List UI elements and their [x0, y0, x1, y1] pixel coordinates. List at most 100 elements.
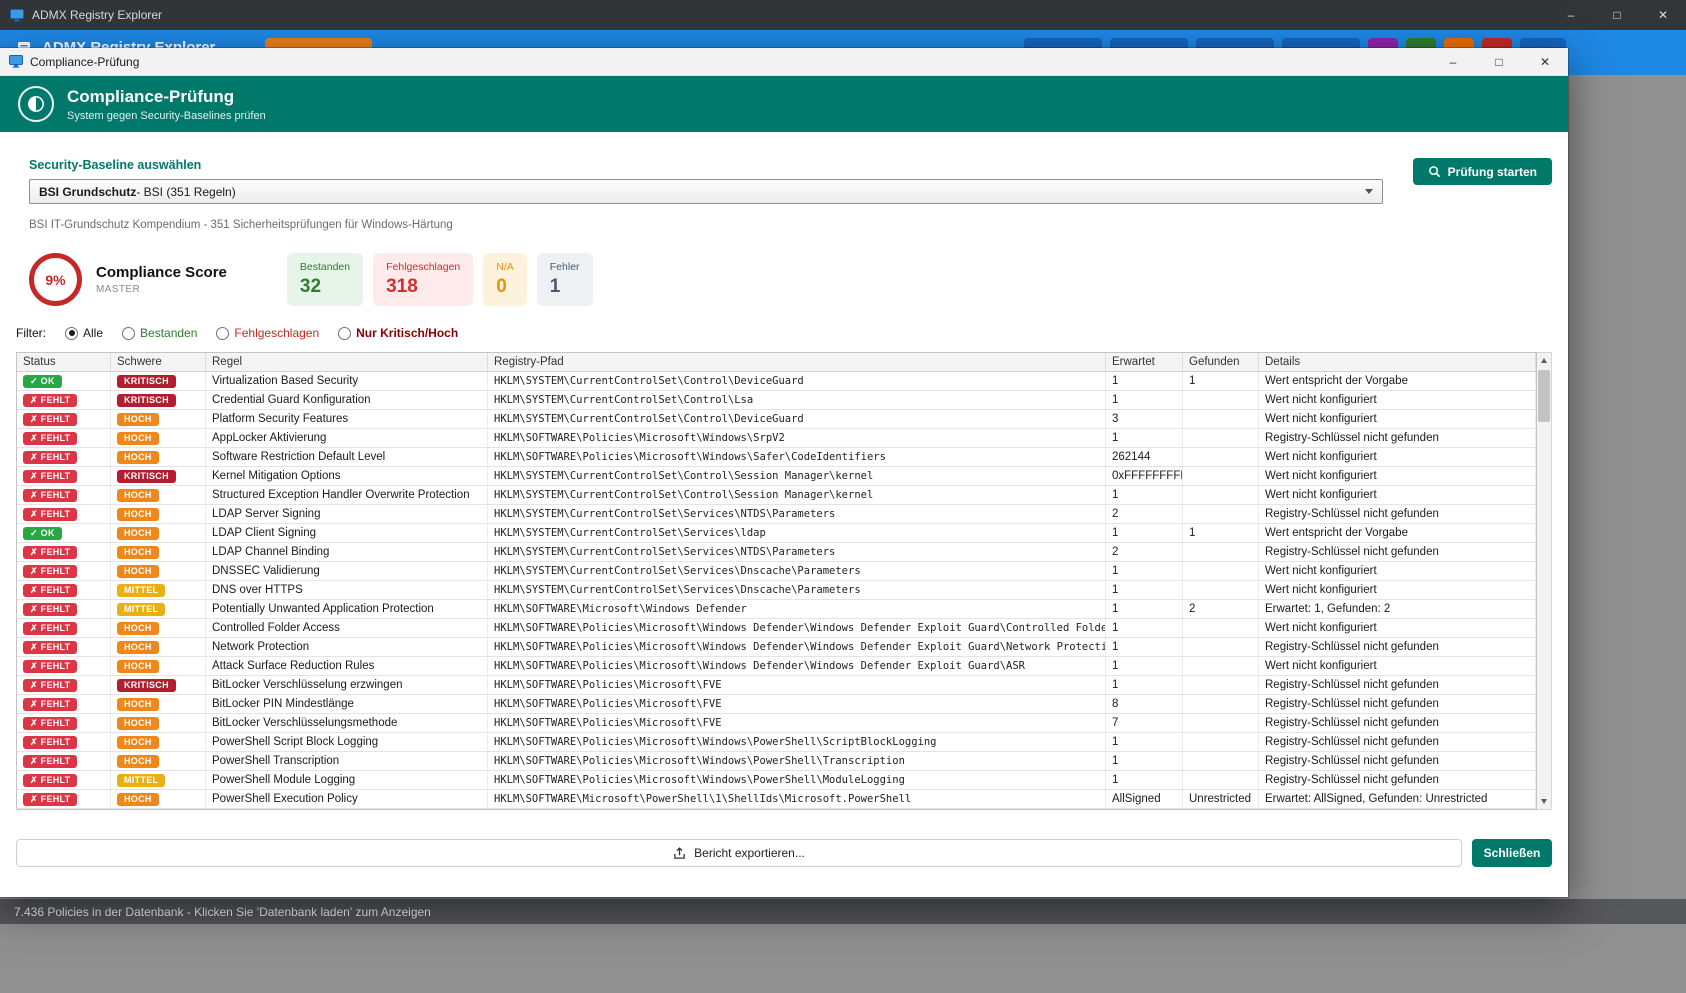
- severity-badge: HOCH: [117, 698, 159, 711]
- column-header-schwere[interactable]: Schwere: [111, 353, 206, 371]
- table-row[interactable]: ✗ FEHLTHOCHLDAP Channel BindingHKLM\SYST…: [17, 543, 1536, 562]
- stat-card-na: N/A0: [483, 253, 527, 306]
- radio-icon: [65, 327, 78, 340]
- status-cell: ✗ FEHLT: [17, 752, 111, 770]
- table-row[interactable]: ✗ FEHLTHOCHAppLocker AktivierungHKLM\SOF…: [17, 429, 1536, 448]
- stat-card-fehlgeschlagen: Fehlgeschlagen318: [373, 253, 473, 306]
- status-badge: ✗ FEHLT: [23, 432, 77, 445]
- table-row[interactable]: ✗ FEHLTHOCHLDAP Server SigningHKLM\SYSTE…: [17, 505, 1536, 524]
- dialog-header-subtitle: System gegen Security-Baselines prüfen: [67, 110, 266, 122]
- table-row[interactable]: ✗ FEHLTHOCHPowerShell Script Block Loggi…: [17, 733, 1536, 752]
- baseline-dropdown[interactable]: BSI Grundschutz - BSI (351 Regeln): [29, 179, 1383, 204]
- results-table: Status Schwere Regel Registry-Pfad Erwar…: [16, 352, 1552, 810]
- stat-value-fehler: 1: [550, 276, 580, 298]
- rule-cell: PowerShell Execution Policy: [206, 790, 488, 808]
- filter-option-kritisch-hoch[interactable]: Nur Kritisch/Hoch: [338, 326, 458, 340]
- severity-cell: HOCH: [111, 790, 206, 808]
- table-row[interactable]: ✗ FEHLTHOCHPowerShell TranscriptionHKLM\…: [17, 752, 1536, 771]
- radio-icon: [216, 327, 229, 340]
- found-cell: [1183, 771, 1259, 789]
- severity-cell: HOCH: [111, 429, 206, 447]
- dialog-minimize-button[interactable]: –: [1430, 48, 1476, 75]
- status-cell: ✗ FEHLT: [17, 429, 111, 447]
- close-dialog-footer-button[interactable]: Schließen: [1472, 839, 1552, 867]
- filter-option-label-kritisch-hoch: Nur Kritisch/Hoch: [356, 326, 458, 340]
- dialog-titlebar[interactable]: Compliance-Prüfung – □ ✕: [0, 48, 1568, 76]
- status-badge: ✗ FEHLT: [23, 546, 77, 559]
- table-row[interactable]: ✓ OKKRITISCHVirtualization Based Securit…: [17, 372, 1536, 391]
- column-header-erwartet[interactable]: Erwartet: [1106, 353, 1183, 371]
- scroll-up-button[interactable]: [1537, 353, 1551, 368]
- registry-path-cell: HKLM\SOFTWARE\Policies\Microsoft\Windows…: [488, 733, 1106, 751]
- table-row[interactable]: ✗ FEHLTHOCHStructured Exception Handler …: [17, 486, 1536, 505]
- severity-badge: MITTEL: [117, 603, 165, 616]
- status-badge: ✗ FEHLT: [23, 679, 77, 692]
- table-row[interactable]: ✗ FEHLTHOCHBitLocker PIN MindestlängeHKL…: [17, 695, 1536, 714]
- start-scan-button[interactable]: Prüfung starten: [1413, 158, 1552, 185]
- table-row[interactable]: ✗ FEHLTMITTELDNS over HTTPSHKLM\SYSTEM\C…: [17, 581, 1536, 600]
- table-row[interactable]: ✗ FEHLTHOCHBitLocker Verschlüsselungsmet…: [17, 714, 1536, 733]
- export-report-button[interactable]: Bericht exportieren...: [16, 839, 1462, 867]
- table-row[interactable]: ✓ OKHOCHLDAP Client SigningHKLM\SYSTEM\C…: [17, 524, 1536, 543]
- minimize-button[interactable]: –: [1548, 0, 1594, 30]
- severity-cell: MITTEL: [111, 771, 206, 789]
- severity-badge: HOCH: [117, 489, 159, 502]
- table-row[interactable]: ✗ FEHLTHOCHPowerShell Execution PolicyHK…: [17, 790, 1536, 809]
- registry-path-cell: HKLM\SOFTWARE\Policies\Microsoft\FVE: [488, 714, 1106, 732]
- table-row[interactable]: ✗ FEHLTHOCHPlatform Security FeaturesHKL…: [17, 410, 1536, 429]
- severity-cell: MITTEL: [111, 581, 206, 599]
- stat-value-bestanden: 32: [300, 276, 350, 298]
- table-row[interactable]: ✗ FEHLTMITTELPotentially Unwanted Applic…: [17, 600, 1536, 619]
- rule-cell: PowerShell Module Logging: [206, 771, 488, 789]
- table-row[interactable]: ✗ FEHLTHOCHNetwork ProtectionHKLM\SOFTWA…: [17, 638, 1536, 657]
- filter-option-alle[interactable]: Alle: [65, 326, 103, 340]
- column-header-regel[interactable]: Regel: [206, 353, 488, 371]
- table-row[interactable]: ✗ FEHLTHOCHAttack Surface Reduction Rule…: [17, 657, 1536, 676]
- dialog-header: Compliance-Prüfung System gegen Security…: [0, 76, 1568, 132]
- details-cell: Registry-Schlüssel nicht gefunden: [1259, 771, 1536, 789]
- severity-badge: KRITISCH: [117, 679, 176, 692]
- scroll-down-button[interactable]: [1537, 794, 1551, 809]
- column-header-registry-pfad[interactable]: Registry-Pfad: [488, 353, 1106, 371]
- filter-option-bestanden[interactable]: Bestanden: [122, 326, 197, 340]
- maximize-button[interactable]: □: [1594, 0, 1640, 30]
- registry-path-cell: HKLM\SYSTEM\CurrentControlSet\Services\N…: [488, 505, 1106, 523]
- registry-path-cell: HKLM\SYSTEM\CurrentControlSet\Control\De…: [488, 410, 1106, 428]
- table-row[interactable]: ✗ FEHLTKRITISCHCredential Guard Konfigur…: [17, 391, 1536, 410]
- table-row[interactable]: ✗ FEHLTMITTELPowerShell Module LoggingHK…: [17, 771, 1536, 790]
- status-badge: ✗ FEHLT: [23, 717, 77, 730]
- found-cell: 1: [1183, 524, 1259, 542]
- column-header-status[interactable]: Status: [17, 353, 111, 371]
- filter-option-fehlgeschlagen[interactable]: Fehlgeschlagen: [216, 326, 319, 340]
- close-button[interactable]: ✕: [1640, 0, 1686, 30]
- table-row[interactable]: ✗ FEHLTHOCHControlled Folder AccessHKLM\…: [17, 619, 1536, 638]
- status-cell: ✗ FEHLT: [17, 657, 111, 675]
- dialog-header-title: Compliance-Prüfung: [67, 87, 266, 107]
- dialog-close-button[interactable]: ✕: [1522, 48, 1568, 75]
- table-row[interactable]: ✗ FEHLTKRITISCHBitLocker Verschlüsselung…: [17, 676, 1536, 695]
- triangle-down-icon: [1541, 799, 1547, 804]
- table-row[interactable]: ✗ FEHLTHOCHDNSSEC ValidierungHKLM\SYSTEM…: [17, 562, 1536, 581]
- bg-window-titlebar[interactable]: ADMX Registry Explorer – □ ✕: [0, 0, 1686, 30]
- severity-cell: HOCH: [111, 695, 206, 713]
- scroll-thumb[interactable]: [1538, 370, 1550, 422]
- column-header-gefunden[interactable]: Gefunden: [1183, 353, 1259, 371]
- table-scrollbar[interactable]: [1537, 352, 1552, 810]
- table-row[interactable]: ✗ FEHLTHOCHSoftware Restriction Default …: [17, 448, 1536, 467]
- dialog-maximize-button[interactable]: □: [1476, 48, 1522, 75]
- status-badge: ✗ FEHLT: [23, 622, 77, 635]
- registry-path-cell: HKLM\SYSTEM\CurrentControlSet\Services\D…: [488, 562, 1106, 580]
- status-cell: ✗ FEHLT: [17, 581, 111, 599]
- severity-badge: HOCH: [117, 736, 159, 749]
- expected-cell: 1: [1106, 486, 1183, 504]
- status-badge: ✗ FEHLT: [23, 584, 77, 597]
- dialog-title: Compliance-Prüfung: [30, 55, 139, 69]
- status-cell: ✗ FEHLT: [17, 600, 111, 618]
- column-header-details[interactable]: Details: [1259, 353, 1536, 371]
- details-cell: Wert nicht konfiguriert: [1259, 448, 1536, 466]
- scrollbar-track[interactable]: [1537, 368, 1551, 794]
- table-row[interactable]: ✗ FEHLTKRITISCHKernel Mitigation Options…: [17, 467, 1536, 486]
- rule-cell: DNS over HTTPS: [206, 581, 488, 599]
- expected-cell: 1: [1106, 562, 1183, 580]
- status-badge: ✓ OK: [23, 527, 62, 540]
